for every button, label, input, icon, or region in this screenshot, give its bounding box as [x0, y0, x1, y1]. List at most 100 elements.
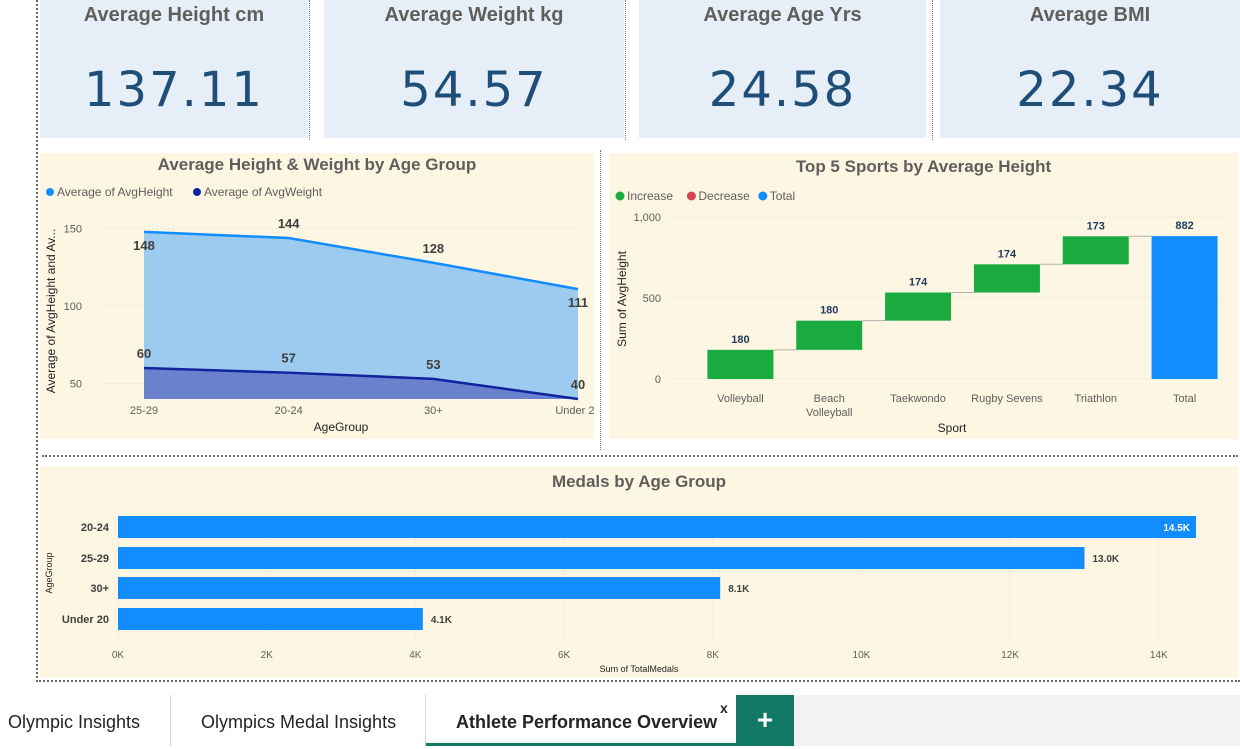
- x-tick-label: Triathlon: [1075, 393, 1117, 405]
- medal-bar: [118, 608, 423, 630]
- x-tick-label: Under 20: [555, 405, 594, 417]
- y-tick-label: 100: [64, 301, 82, 313]
- data-label: 53: [426, 357, 440, 372]
- x-axis-label: Sum of TotalMedals: [600, 664, 679, 674]
- y-tick-label: 30+: [90, 583, 109, 595]
- x-tick-label: Volleyball: [717, 393, 763, 405]
- x-tick-label: 0K: [112, 650, 125, 661]
- data-label: 4.1K: [431, 615, 453, 626]
- tab-label: Olympics Medal Insights: [201, 712, 397, 732]
- x-tick-label: 30+: [424, 405, 443, 417]
- waterfall-bar: [1062, 236, 1129, 265]
- x-tick-label: 8K: [707, 650, 720, 661]
- legend-label: Average of AvgHeight: [57, 185, 173, 199]
- data-label: 8.1K: [728, 584, 750, 595]
- legend-marker: [615, 191, 625, 201]
- card-divider: [309, 0, 310, 140]
- waterfall-bar: [885, 292, 952, 321]
- area-chart-panel[interactable]: Average Height & Weight by Age Group Ave…: [40, 153, 594, 439]
- card-divider: [625, 0, 626, 140]
- data-label: 128: [422, 241, 444, 256]
- waterfall-chart[interactable]: Increase Decrease Total Sum of AvgHeight 0 50…: [609, 153, 1238, 439]
- data-label: 174: [998, 248, 1017, 260]
- y-axis-label: AgeGroup: [44, 552, 54, 593]
- legend-marker: [686, 191, 696, 201]
- kpi-card-height[interactable]: Average Height cm 137.11: [40, 0, 308, 138]
- tab-label: Olympic Insights: [8, 712, 141, 732]
- x-tick-label: Rugby Sevens: [971, 393, 1043, 405]
- data-label: 174: [909, 276, 928, 288]
- legend-label: Increase: [627, 189, 673, 203]
- tab-olympics-medal-insights[interactable]: Olympics Medal Insights: [171, 695, 425, 746]
- legend-marker: [46, 188, 54, 196]
- waterfall-bar: [1151, 236, 1218, 379]
- kpi-card-age[interactable]: Average Age Yrs 24.58: [639, 0, 926, 138]
- medal-bar: [118, 516, 1196, 538]
- data-label: 882: [1175, 220, 1193, 232]
- x-axis-label: Sport: [938, 421, 967, 435]
- x-tick-label: 20-24: [275, 405, 303, 417]
- report-canvas: Average Height cm 137.11 Average Weight …: [0, 0, 1240, 695]
- waterfall-bar: [796, 320, 863, 350]
- canvas-border-bottom: [36, 680, 1240, 682]
- kpi-title: Average BMI: [1029, 4, 1151, 26]
- tab-olympic-insights[interactable]: Olympic Insights: [0, 695, 170, 746]
- x-tick-label: Total: [1173, 393, 1196, 405]
- y-tick-label: Under 20: [62, 614, 109, 626]
- x-tick-label: Taekwondo: [890, 393, 946, 405]
- legend-label: Total: [770, 189, 795, 203]
- data-label: 144: [278, 216, 300, 231]
- legend-marker: [758, 191, 768, 201]
- medal-bar: [118, 547, 1085, 569]
- data-label: 180: [731, 334, 749, 346]
- section-divider: [42, 455, 1238, 457]
- kpi-value: 137.11: [84, 62, 264, 118]
- kpi-card-weight[interactable]: Average Weight kg 54.57: [324, 0, 624, 138]
- x-tick-label: Volleyball: [806, 407, 852, 419]
- data-label: 60: [137, 346, 151, 361]
- panel-divider: [600, 150, 601, 450]
- medal-bar: [118, 577, 721, 599]
- kpi-value: 24.58: [708, 62, 857, 118]
- kpi-card-bmi[interactable]: Average BMI 22.34: [940, 0, 1240, 138]
- data-label: 111: [568, 295, 588, 310]
- kpi-title: Average Age Yrs: [703, 4, 862, 26]
- area-chart[interactable]: Average of AvgHeight Average of AvgWeight…: [40, 153, 594, 439]
- x-tick-label: 25-29: [130, 405, 158, 417]
- y-tick-label: 1,000: [633, 212, 661, 224]
- x-tick-label: 6K: [558, 650, 571, 661]
- card-divider: [932, 0, 933, 140]
- kpi-title: Average Weight kg: [384, 4, 564, 26]
- y-tick-label: 20-24: [81, 522, 110, 534]
- waterfall-chart-panel[interactable]: Top 5 Sports by Average Height Increase D…: [609, 153, 1238, 439]
- close-tab-button[interactable]: x: [720, 700, 728, 716]
- data-label: 148: [133, 238, 155, 253]
- y-axis-label: Average of AvgHeight and Av...: [44, 229, 58, 394]
- x-tick-label: 10K: [853, 650, 871, 661]
- medals-bar-chart[interactable]: AgeGroup 0K 2K 4K 6K 8K 10K 12K 14K 20-24 14.5K 25-…: [40, 466, 1238, 678]
- x-tick-label: 2K: [261, 650, 274, 661]
- waterfall-bar: [973, 264, 1040, 293]
- add-page-button[interactable]: +: [736, 695, 794, 746]
- canvas-border-left: [36, 0, 38, 682]
- data-label: 180: [820, 305, 838, 317]
- y-tick-label: 500: [643, 293, 661, 305]
- kpi-title: Average Height cm: [83, 4, 265, 26]
- x-axis-label: AgeGroup: [314, 420, 369, 434]
- data-label: 14.5K: [1163, 523, 1190, 534]
- kpi-value: 22.34: [1016, 62, 1164, 118]
- data-label: 13.0K: [1092, 554, 1119, 565]
- kpi-value: 54.57: [400, 62, 548, 118]
- medals-chart-panel[interactable]: Medals by Age Group AgeGroup 0K 2K 4K 6K 8K 10…: [40, 466, 1238, 678]
- y-tick-label: 150: [64, 224, 82, 236]
- y-tick-label: 50: [70, 379, 82, 391]
- x-tick-label: 12K: [1001, 650, 1019, 661]
- data-label: 40: [571, 377, 585, 392]
- y-axis-label: Sum of AvgHeight: [615, 250, 629, 347]
- tab-athlete-performance-overview[interactable]: Athlete Performance Overview: [426, 695, 736, 746]
- data-label: 57: [281, 351, 295, 366]
- x-tick-label: 4K: [409, 650, 422, 661]
- y-tick-label: 0: [655, 374, 661, 386]
- data-label: 173: [1087, 220, 1105, 232]
- y-tick-label: 25-29: [81, 553, 109, 565]
